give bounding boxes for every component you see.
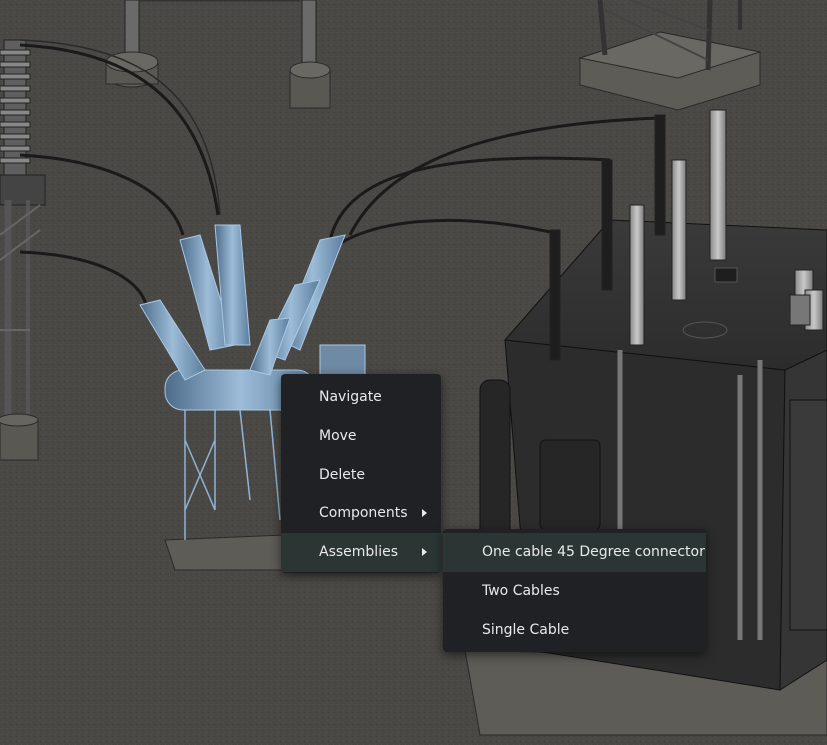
menu-item-assemblies[interactable]: Assemblies: [281, 533, 441, 572]
right-equipment: [789, 294, 811, 326]
menu-item-navigate[interactable]: Navigate: [281, 378, 441, 417]
assemblies-submenu: One cable 45 Degree connector Two Cables…: [443, 529, 706, 652]
menu-item-label: Components: [319, 505, 408, 522]
menu-item-label: Single Cable: [482, 621, 570, 638]
menu-item-label: Navigate: [319, 389, 382, 405]
context-menu: Navigate Move Delete Components Assembli…: [281, 374, 441, 573]
menu-item-label: Assemblies: [319, 544, 398, 561]
menu-item-label: Two Cables: [482, 582, 560, 599]
chevron-right-icon: [422, 509, 427, 518]
menu-item-components[interactable]: Components: [281, 494, 441, 533]
menu-item-label: Delete: [319, 466, 365, 483]
submenu-item-single-cable[interactable]: Single Cable: [443, 611, 706, 650]
chevron-right-icon: [422, 548, 427, 557]
menu-item-move[interactable]: Move: [281, 417, 441, 456]
menu-item-label: One cable 45 Degree connector: [482, 544, 705, 560]
submenu-item-one-cable-45-degree-connector[interactable]: One cable 45 Degree connector: [443, 533, 706, 572]
menu-item-delete[interactable]: Delete: [281, 456, 441, 495]
submenu-item-two-cables[interactable]: Two Cables: [443, 572, 706, 611]
menu-item-label: Move: [319, 427, 357, 444]
